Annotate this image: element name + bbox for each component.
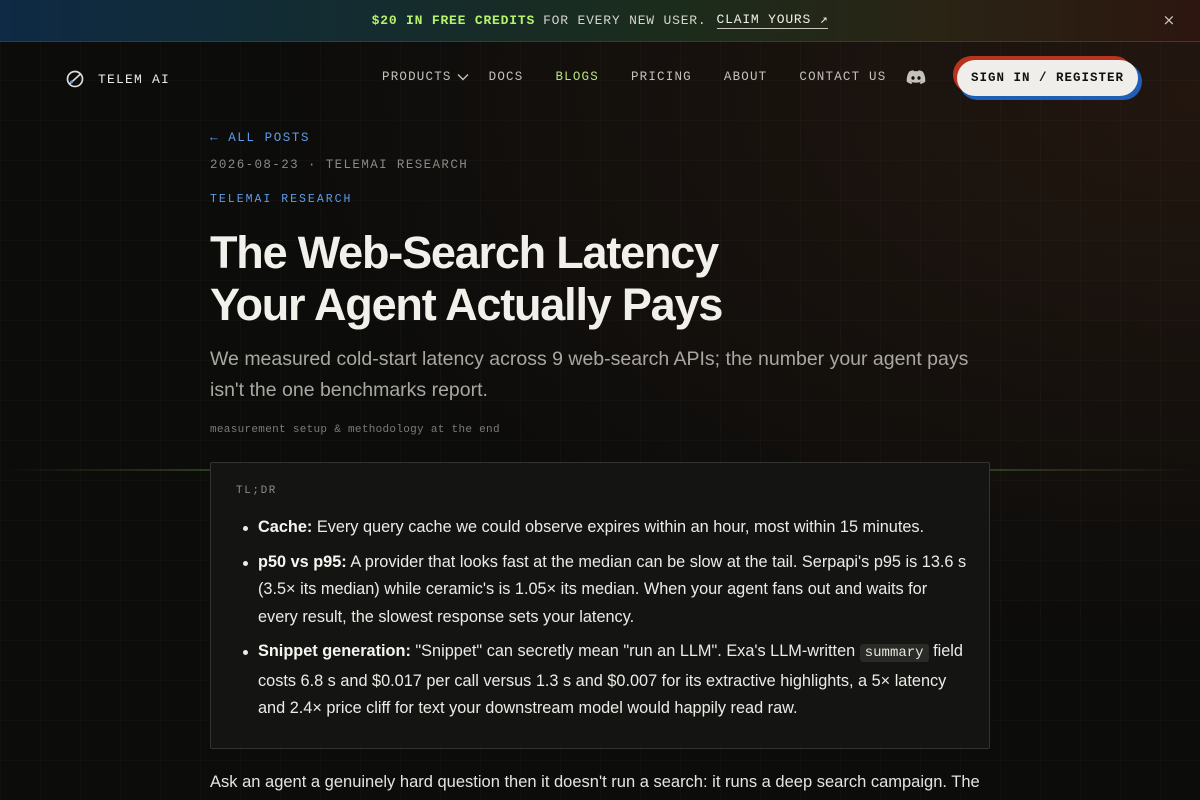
article-body-paragraph: Ask an agent a genuinely hard question t…	[210, 773, 980, 791]
methodology-note: measurement setup & methodology at the e…	[210, 424, 500, 436]
promo-banner: $20 IN FREE CREDITS FOR EVERY NEW USER. …	[0, 0, 1200, 42]
nav-blogs[interactable]: BLOGS	[555, 70, 599, 84]
brand-name: TELEM AI	[98, 71, 171, 87]
post-category: TELEMAI RESEARCH	[210, 193, 353, 206]
tldr-item-cache: Cache: Every query cache we could observ…	[243, 514, 970, 542]
back-to-posts-link[interactable]: ← ALL POSTS	[210, 131, 990, 145]
brand-link[interactable]: TELEM AI	[65, 69, 170, 89]
tldr-item-snippet: Snippet generation: "Snippet" can secret…	[243, 638, 970, 723]
page-title: The Web-Search Latency Your Agent Actual…	[210, 227, 830, 331]
claim-credits-link[interactable]: CLAIM YOURS ↗	[716, 12, 829, 29]
tldr-list: Cache: Every query cache we could observ…	[243, 514, 970, 730]
nav-products-label: PRODUCTS	[382, 70, 452, 84]
chevron-down-icon	[457, 74, 469, 81]
top-nav: TELEM AI PRODUCTS DOCS BLOGS PRICING ABO…	[0, 42, 1200, 114]
title-line-1: The Web-Search Latency	[210, 227, 719, 278]
tldr-item-p50-p95: p50 vs p95: A provider that looks fast a…	[243, 549, 970, 632]
tldr-item-text: "Snippet" can secretly mean "run an LLM"…	[415, 642, 856, 660]
tldr-item-lead: Snippet generation:	[258, 642, 411, 660]
tldr-box: TL;DR Cache: Every query cache we could …	[210, 462, 990, 749]
nav-docs[interactable]: DOCS	[489, 70, 524, 84]
nav-contact[interactable]: CONTACT US	[799, 70, 886, 84]
tldr-item-text: A provider that looks fast at the median…	[258, 552, 967, 626]
discord-icon[interactable]	[906, 70, 926, 85]
post-subtitle: We measured cold-start latency across 9 …	[210, 348, 969, 401]
tldr-item-text: Every query cache we could observe expir…	[316, 518, 925, 536]
title-line-2: Your Agent Actually Pays	[210, 279, 723, 330]
tldr-label: TL;DR	[236, 485, 278, 497]
inline-code: summary	[859, 644, 929, 662]
close-icon[interactable]: ×	[1163, 11, 1176, 29]
post-meta: 2026-08-23 · TELEMAI RESEARCH	[210, 158, 469, 172]
tldr-item-lead: p50 vs p95:	[258, 552, 347, 571]
nav-about[interactable]: ABOUT	[724, 70, 768, 84]
signin-button[interactable]: SIGN IN / REGISTER	[957, 60, 1138, 96]
signin-button-wrap: SIGN IN / REGISTER	[953, 56, 1143, 100]
banner-text: FOR EVERY NEW USER.	[543, 13, 707, 28]
banner-credits-text: $20 IN FREE CREDITS	[371, 13, 536, 28]
tldr-item-lead: Cache:	[258, 518, 313, 536]
telem-logo-icon	[66, 70, 84, 88]
nav-pricing[interactable]: PRICING	[631, 70, 692, 84]
nav-products[interactable]: PRODUCTS	[382, 70, 469, 84]
nav-links: PRODUCTS DOCS BLOGS PRICING ABOUT CONTAC…	[382, 70, 886, 84]
